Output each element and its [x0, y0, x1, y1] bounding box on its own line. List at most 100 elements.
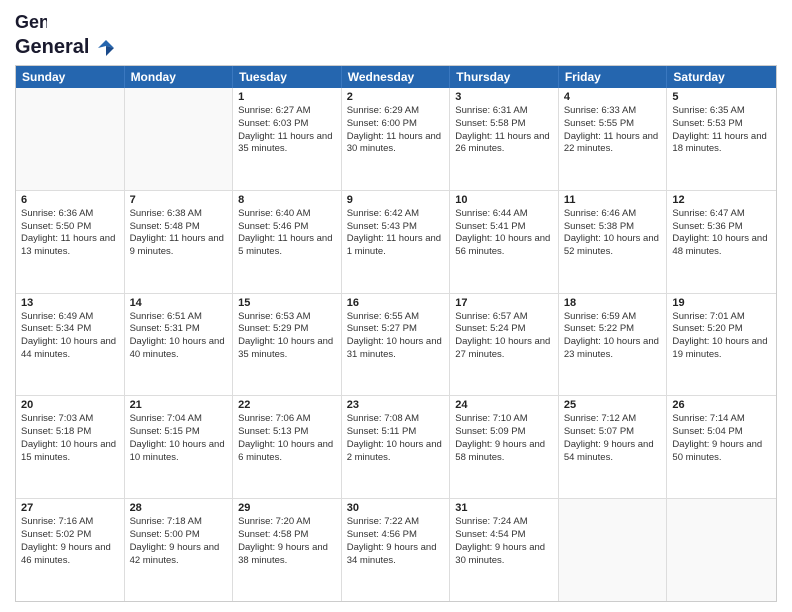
- calendar-cell: [559, 499, 668, 601]
- day-number: 11: [564, 194, 662, 206]
- day-number: 2: [347, 91, 445, 103]
- cell-daylight-info: Sunrise: 7:22 AM Sunset: 4:56 PM Dayligh…: [347, 516, 445, 567]
- day-number: 4: [564, 91, 662, 103]
- cell-daylight-info: Sunrise: 7:06 AM Sunset: 5:13 PM Dayligh…: [238, 413, 336, 464]
- logo-bird-icon: [96, 38, 116, 58]
- calendar-cell: 5Sunrise: 6:35 AM Sunset: 5:53 PM Daylig…: [667, 88, 776, 190]
- day-number: 24: [455, 399, 553, 411]
- cell-daylight-info: Sunrise: 7:04 AM Sunset: 5:15 PM Dayligh…: [130, 413, 228, 464]
- calendar-cell: 15 Sunrise: 6:53 AM Sunset: 5:29 PM Dayli…: [233, 294, 342, 396]
- calendar-cell: 11Sunrise: 6:46 AM Sunset: 5:38 PM Dayli…: [559, 191, 668, 293]
- calendar-cell: 2 Sunrise: 6:29 AM Sunset: 6:00 PM Daylig…: [342, 88, 451, 190]
- cell-daylight-info: Sunrise: 7:08 AM Sunset: 5:11 PM Dayligh…: [347, 413, 445, 464]
- cell-daylight-info: Sunrise: 6:33 AM Sunset: 5:55 PM Dayligh…: [564, 105, 662, 156]
- cell-daylight-info: Sunrise: 6:36 AM Sunset: 5:50 PM Dayligh…: [21, 208, 119, 259]
- cell-daylight-info: Sunrise: 6:35 AM Sunset: 5:53 PM Dayligh…: [672, 105, 771, 156]
- calendar-cell: 13 Sunrise: 6:49 AM Sunset: 5:34 PM Dayli…: [16, 294, 125, 396]
- calendar-cell: 20Sunrise: 7:03 AM Sunset: 5:18 PM Dayli…: [16, 396, 125, 498]
- day-number: 13: [21, 297, 119, 309]
- cell-daylight-info: Sunrise: 6:55 AM Sunset: 5:27 PM Dayligh…: [347, 311, 445, 362]
- calendar-cell: 28 Sunrise: 7:18 AM Sunset: 5:00 PM Dayli…: [125, 499, 234, 601]
- calendar-cell: 22Sunrise: 7:06 AM Sunset: 5:13 PM Dayli…: [233, 396, 342, 498]
- calendar-header: SundayMondayTuesdayWednesdayThursdayFrid…: [16, 66, 776, 88]
- day-number: 19: [672, 297, 771, 309]
- cell-daylight-info: Sunrise: 6:31 AM Sunset: 5:58 PM Dayligh…: [455, 105, 553, 156]
- day-number: 30: [347, 502, 445, 514]
- calendar-cell: 27 Sunrise: 7:16 AM Sunset: 5:02 PM Dayli…: [16, 499, 125, 601]
- calendar-cell: 1Sunrise: 6:27 AM Sunset: 6:03 PM Daylig…: [233, 88, 342, 190]
- day-number: 17: [455, 297, 553, 309]
- day-number: 20: [21, 399, 119, 411]
- calendar-cell: 9 Sunrise: 6:42 AM Sunset: 5:43 PM Daylig…: [342, 191, 451, 293]
- cell-daylight-info: Sunrise: 7:12 AM Sunset: 5:07 PM Dayligh…: [564, 413, 662, 464]
- calendar-cell: 10 Sunrise: 6:44 AM Sunset: 5:41 PM Dayli…: [450, 191, 559, 293]
- calendar-cell: 30 Sunrise: 7:22 AM Sunset: 4:56 PM Dayli…: [342, 499, 451, 601]
- day-number: 23: [347, 399, 445, 411]
- day-number: 12: [672, 194, 771, 206]
- day-number: 29: [238, 502, 336, 514]
- cell-daylight-info: Sunrise: 7:01 AM Sunset: 5:20 PM Dayligh…: [672, 311, 771, 362]
- calendar-cell: 24 Sunrise: 7:10 AM Sunset: 5:09 PM Dayli…: [450, 396, 559, 498]
- calendar-cell: 21Sunrise: 7:04 AM Sunset: 5:15 PM Dayli…: [125, 396, 234, 498]
- calendar-cell: 3 Sunrise: 6:31 AM Sunset: 5:58 PM Daylig…: [450, 88, 559, 190]
- day-number: 28: [130, 502, 228, 514]
- day-number: 9: [347, 194, 445, 206]
- day-number: 18: [564, 297, 662, 309]
- cell-daylight-info: Sunrise: 6:38 AM Sunset: 5:48 PM Dayligh…: [130, 208, 228, 259]
- calendar-cell: 31 Sunrise: 7:24 AM Sunset: 4:54 PM Dayli…: [450, 499, 559, 601]
- day-of-week-header: Monday: [125, 66, 234, 88]
- calendar-cell: 14Sunrise: 6:51 AM Sunset: 5:31 PM Dayli…: [125, 294, 234, 396]
- cell-daylight-info: Sunrise: 7:14 AM Sunset: 5:04 PM Dayligh…: [672, 413, 771, 464]
- cell-daylight-info: Sunrise: 6:42 AM Sunset: 5:43 PM Dayligh…: [347, 208, 445, 259]
- calendar-cell: 23 Sunrise: 7:08 AM Sunset: 5:11 PM Dayli…: [342, 396, 451, 498]
- logo-general-text: General: [15, 36, 89, 58]
- cell-daylight-info: Sunrise: 6:59 AM Sunset: 5:22 PM Dayligh…: [564, 311, 662, 362]
- calendar-cell: 8Sunrise: 6:40 AM Sunset: 5:46 PM Daylig…: [233, 191, 342, 293]
- day-number: 3: [455, 91, 553, 103]
- cell-daylight-info: Sunrise: 6:27 AM Sunset: 6:03 PM Dayligh…: [238, 105, 336, 156]
- calendar-cell: 6 Sunrise: 6:36 AM Sunset: 5:50 PM Daylig…: [16, 191, 125, 293]
- day-of-week-header: Wednesday: [342, 66, 451, 88]
- page: General General SundayMondayTuesday: [0, 0, 792, 612]
- cell-daylight-info: Sunrise: 6:29 AM Sunset: 6:00 PM Dayligh…: [347, 105, 445, 156]
- calendar-cell: 12 Sunrise: 6:47 AM Sunset: 5:36 PM Dayli…: [667, 191, 776, 293]
- day-number: 15: [238, 297, 336, 309]
- cell-daylight-info: Sunrise: 6:51 AM Sunset: 5:31 PM Dayligh…: [130, 311, 228, 362]
- calendar-cell: 4 Sunrise: 6:33 AM Sunset: 5:55 PM Daylig…: [559, 88, 668, 190]
- cell-daylight-info: Sunrise: 6:57 AM Sunset: 5:24 PM Dayligh…: [455, 311, 553, 362]
- day-number: 25: [564, 399, 662, 411]
- cell-daylight-info: Sunrise: 6:47 AM Sunset: 5:36 PM Dayligh…: [672, 208, 771, 259]
- cell-daylight-info: Sunrise: 6:49 AM Sunset: 5:34 PM Dayligh…: [21, 311, 119, 362]
- svg-text:General: General: [15, 12, 47, 32]
- day-of-week-header: Thursday: [450, 66, 559, 88]
- calendar-week-row: 20Sunrise: 7:03 AM Sunset: 5:18 PM Dayli…: [16, 396, 776, 499]
- day-number: 31: [455, 502, 553, 514]
- cell-daylight-info: Sunrise: 7:16 AM Sunset: 5:02 PM Dayligh…: [21, 516, 119, 567]
- cell-daylight-info: Sunrise: 6:44 AM Sunset: 5:41 PM Dayligh…: [455, 208, 553, 259]
- cell-daylight-info: Sunrise: 7:20 AM Sunset: 4:58 PM Dayligh…: [238, 516, 336, 567]
- calendar-week-row: 27 Sunrise: 7:16 AM Sunset: 5:02 PM Dayli…: [16, 499, 776, 601]
- cell-daylight-info: Sunrise: 7:24 AM Sunset: 4:54 PM Dayligh…: [455, 516, 553, 567]
- calendar-cell: [125, 88, 234, 190]
- calendar: SundayMondayTuesdayWednesdayThursdayFrid…: [15, 65, 777, 602]
- calendar-cell: 7 Sunrise: 6:38 AM Sunset: 5:48 PM Daylig…: [125, 191, 234, 293]
- calendar-week-row: 1Sunrise: 6:27 AM Sunset: 6:03 PM Daylig…: [16, 88, 776, 191]
- calendar-cell: 26Sunrise: 7:14 AM Sunset: 5:04 PM Dayli…: [667, 396, 776, 498]
- day-number: 10: [455, 194, 553, 206]
- day-of-week-header: Friday: [559, 66, 668, 88]
- day-of-week-header: Saturday: [667, 66, 776, 88]
- cell-daylight-info: Sunrise: 6:53 AM Sunset: 5:29 PM Dayligh…: [238, 311, 336, 362]
- calendar-cell: 18 Sunrise: 6:59 AM Sunset: 5:22 PM Dayli…: [559, 294, 668, 396]
- day-number: 16: [347, 297, 445, 309]
- logo-icon: General: [15, 10, 47, 36]
- day-number: 7: [130, 194, 228, 206]
- cell-daylight-info: Sunrise: 7:10 AM Sunset: 5:09 PM Dayligh…: [455, 413, 553, 464]
- day-number: 27: [21, 502, 119, 514]
- calendar-body: 1Sunrise: 6:27 AM Sunset: 6:03 PM Daylig…: [16, 88, 776, 601]
- logo: General General: [15, 10, 117, 57]
- calendar-cell: 29 Sunrise: 7:20 AM Sunset: 4:58 PM Dayli…: [233, 499, 342, 601]
- day-number: 6: [21, 194, 119, 206]
- cell-daylight-info: Sunrise: 7:18 AM Sunset: 5:00 PM Dayligh…: [130, 516, 228, 567]
- cell-daylight-info: Sunrise: 6:40 AM Sunset: 5:46 PM Dayligh…: [238, 208, 336, 259]
- calendar-cell: 25 Sunrise: 7:12 AM Sunset: 5:07 PM Dayli…: [559, 396, 668, 498]
